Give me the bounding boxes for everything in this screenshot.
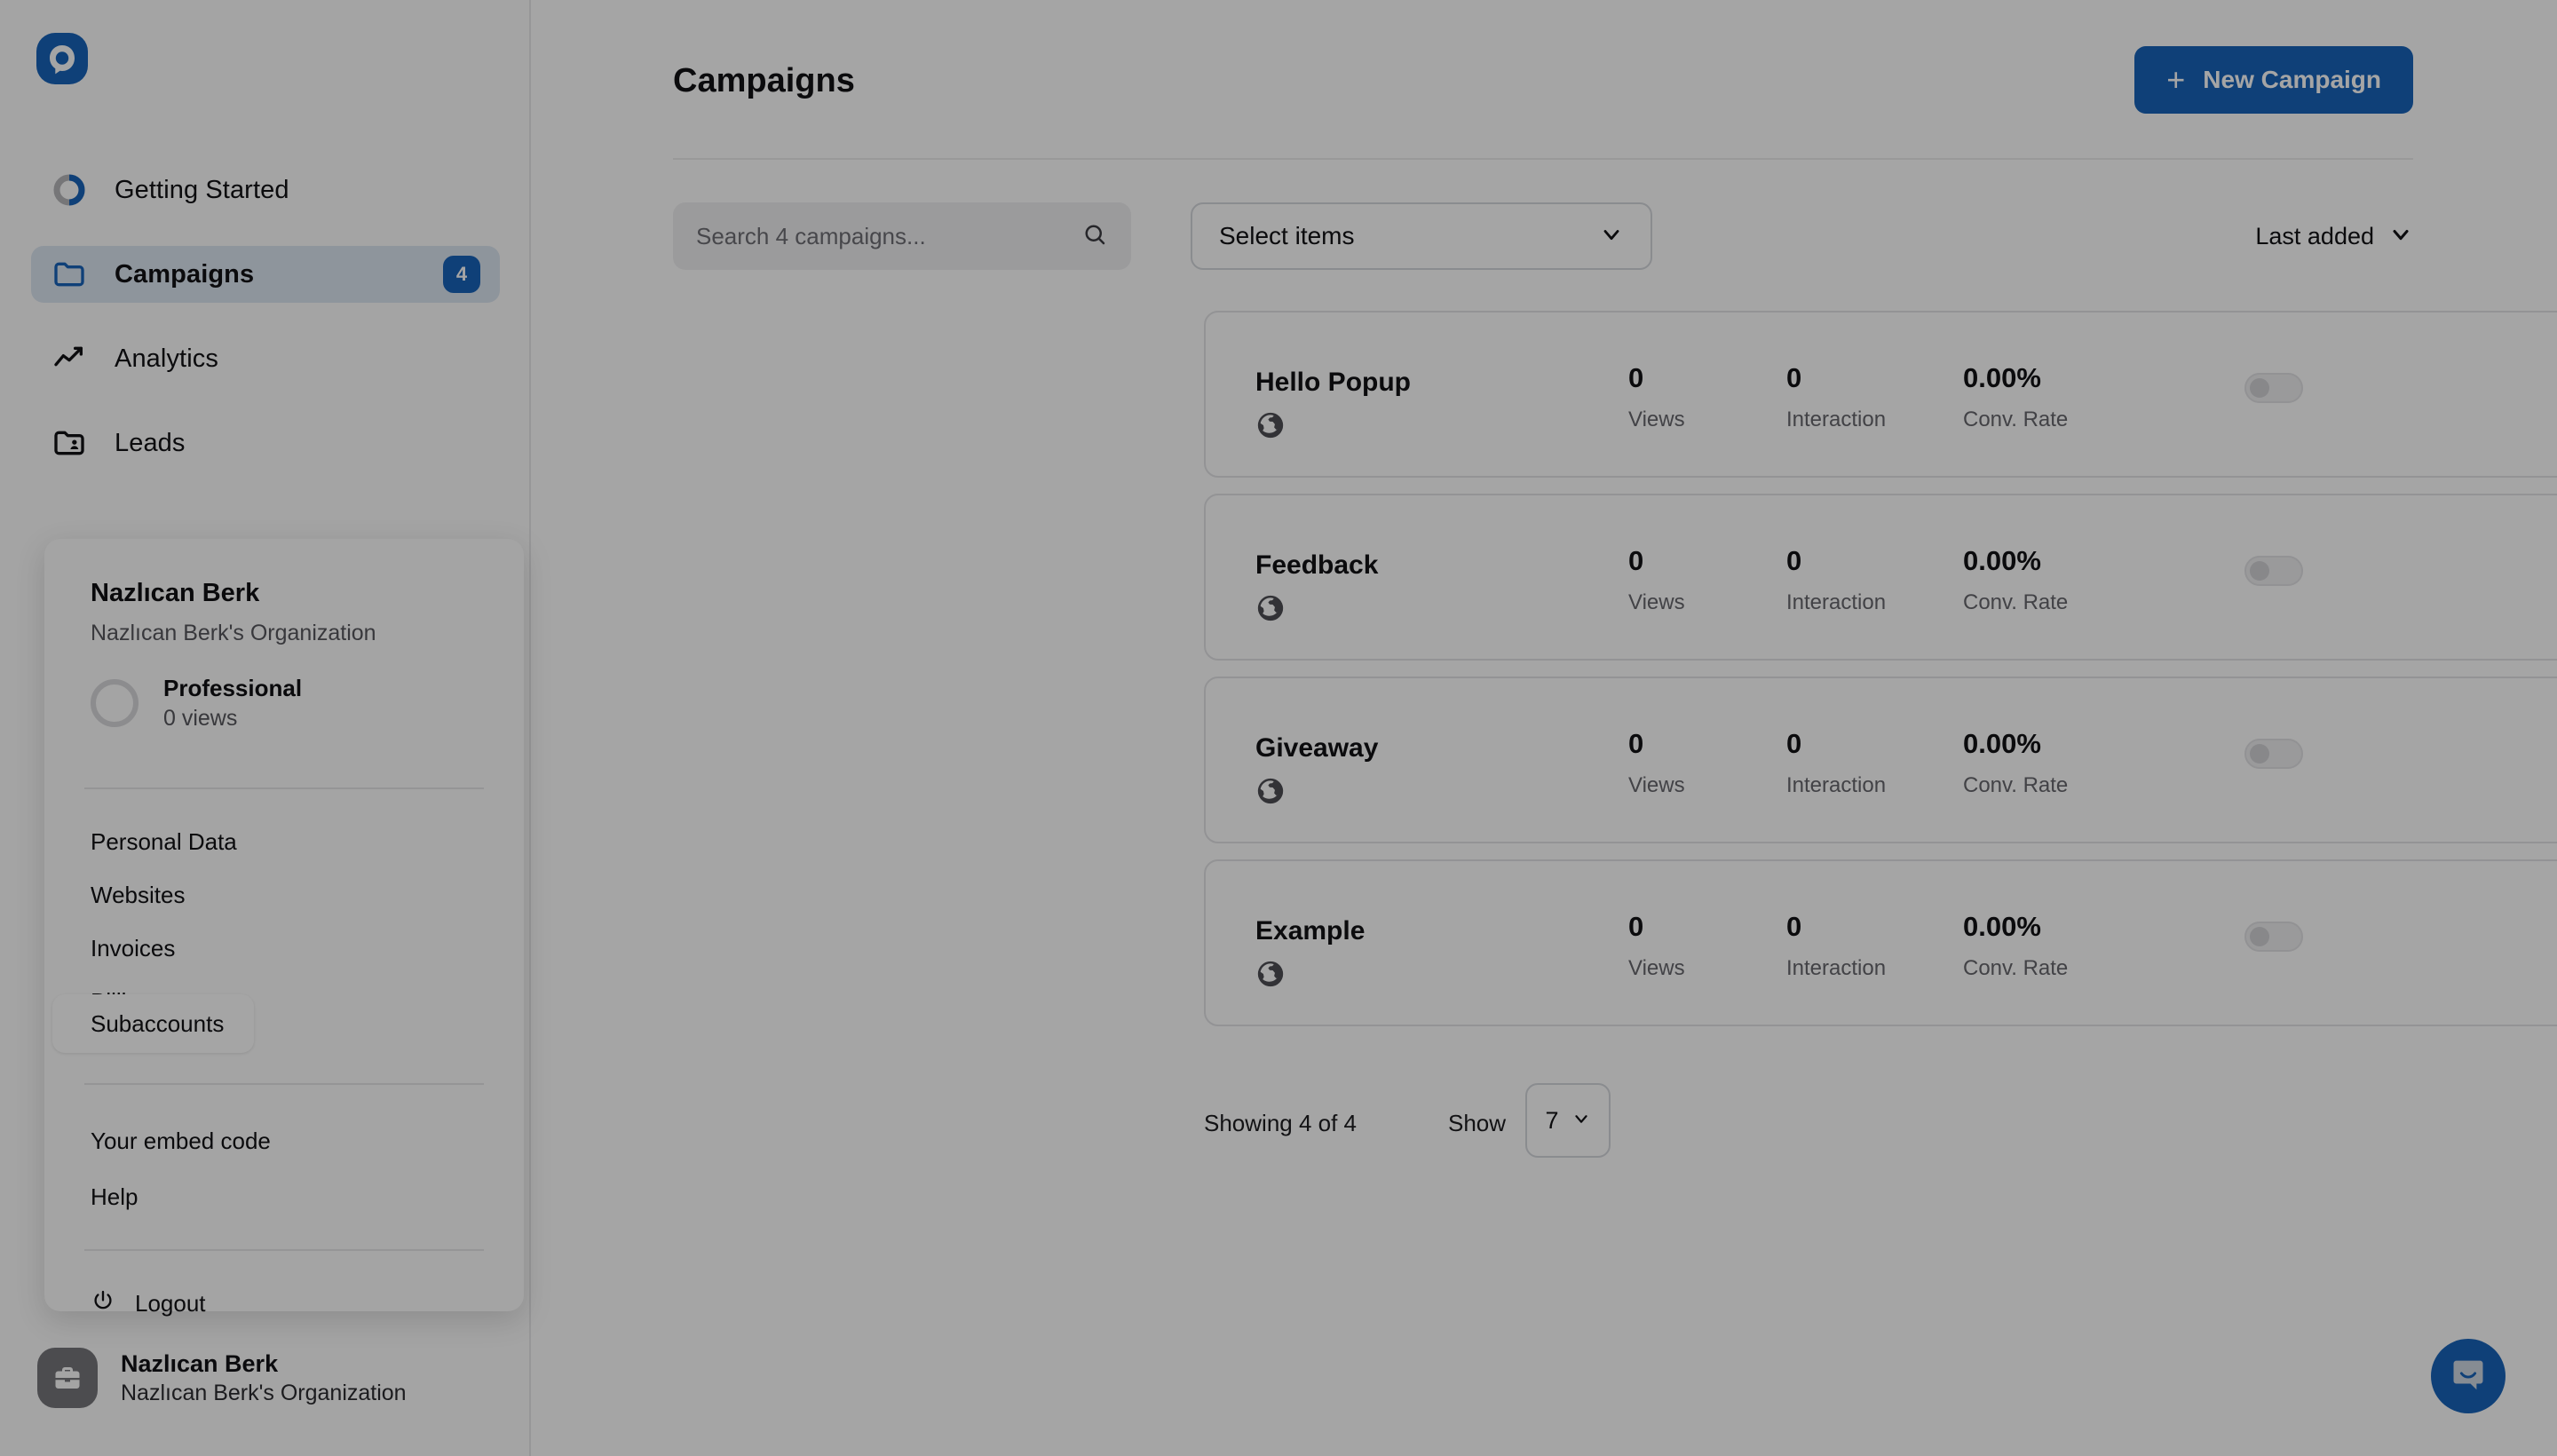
modal-dim-overlay[interactable] — [0, 0, 2557, 1456]
app-root: Getting Started Campaigns 4 Analytics Le… — [0, 0, 2557, 1456]
